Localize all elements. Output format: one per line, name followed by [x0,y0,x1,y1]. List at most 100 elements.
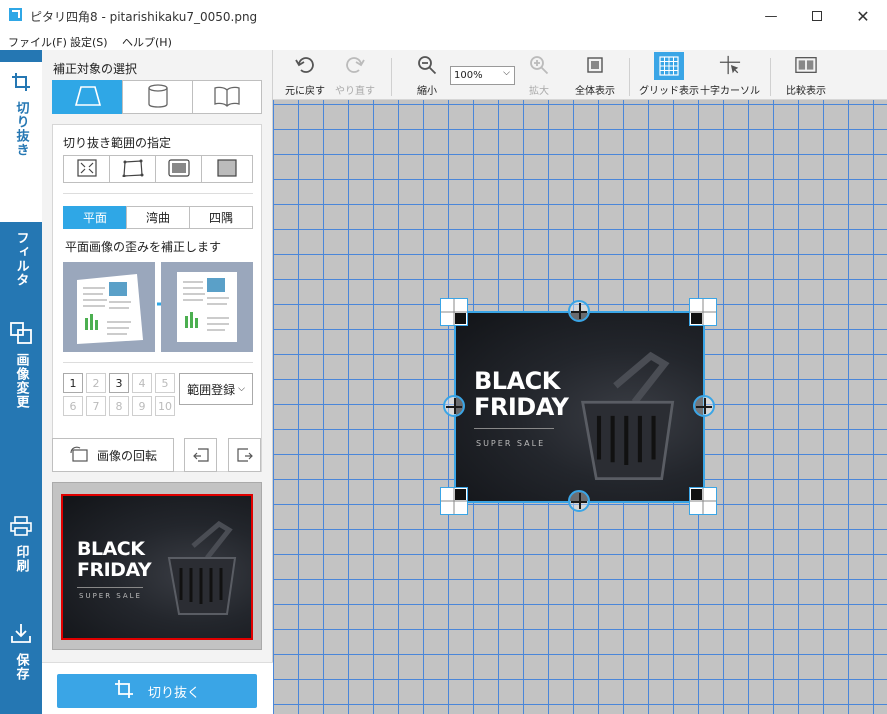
sidebar-tab-print[interactable]: 印刷 [0,516,42,596]
range-frame-button[interactable] [155,155,202,183]
shopping-basket-icon [163,516,243,629]
preset-1[interactable]: 1 [63,373,83,393]
maximize-button[interactable] [794,0,840,32]
target-flat-button[interactable] [52,80,123,114]
corner-handle-top-left[interactable] [440,298,468,326]
crop-range-card: 切り抜き範囲の指定 平面 湾曲 四隅 平面画像の歪みを補正します 1 2 3 4… [52,124,262,472]
example-before-image [63,262,155,352]
menu-file[interactable]: ファイル(F) [8,34,67,50]
compare-button[interactable]: 比較表示 [781,54,831,98]
cross-cursor-button[interactable]: 十字カーソル [700,54,760,98]
tab-curved[interactable]: 湾曲 [126,206,190,229]
book-icon [213,85,241,110]
tab-corners[interactable]: 四隅 [189,206,253,229]
divider [77,587,143,588]
divider [63,362,253,363]
corner-handle-top-right[interactable] [689,298,717,326]
chevron-down-icon: ⌵ [238,384,245,394]
undo-button[interactable]: 元に戻す [283,54,327,98]
menu-help[interactable]: ヘルプ(H) [122,34,172,50]
app-window: ピタリ四角8 - pitarishikaku7_0050.png — ✕ ファイ… [0,0,887,714]
compare-icon [795,54,817,76]
fit-view-label: 全体表示 [575,86,615,97]
target-cylinder-button[interactable] [122,80,193,114]
download-icon [10,622,32,647]
toolbar: 元に戻す やり直す 縮小 100% ⌵ 拡大 全体表示 グリッド表示 十字カーソ… [273,50,887,100]
rotate-right-button[interactable] [228,438,261,472]
range-free-button[interactable] [109,155,156,183]
zoom-level-value: 100% [454,70,483,81]
rotate-image-button[interactable]: 画像の回転 [52,438,174,472]
main-sidebar: 切り抜き フィルタ 画像変更 印刷 保存 [0,50,42,714]
chevron-down-icon: ⌵ [503,68,510,78]
app-logo-icon [8,7,23,22]
fit-view-button[interactable]: 全体表示 [569,54,621,98]
range-register-label: 範囲登録 [187,382,236,397]
grid-toggle-button[interactable]: グリッド表示 [639,52,699,98]
sidebar-tab-label: 切り抜き [13,101,29,157]
divider [63,193,253,194]
redo-label: やり直す [335,86,375,97]
toolbar-divider [770,58,771,96]
sidebar-tab-save[interactable]: 保存 [0,622,42,702]
edge-handle-right[interactable] [693,395,715,417]
sidebar-tab-image-change[interactable]: 画像変更 [0,322,42,432]
aperture-icon [10,200,32,225]
preset-7[interactable]: 7 [86,396,106,416]
sidebar-tab-label: 保存 [13,653,29,681]
range-full-button[interactable] [201,155,253,183]
crop-button-label: 切り抜く [147,685,200,701]
target-book-button[interactable] [192,80,262,114]
minimize-icon: — [764,8,778,24]
range-register-dropdown[interactable]: 範囲登録 ⌵ [179,373,253,405]
toolbar-divider [391,58,392,96]
edge-handle-left[interactable] [443,395,465,417]
preview-area: BLACK FRIDAY SUPER SALE [52,482,262,650]
toolbar-divider [629,58,630,96]
grid-label: グリッド表示 [639,86,699,97]
edge-handle-bottom[interactable] [568,490,590,512]
crop-outline [454,311,705,503]
grid-icon [654,52,684,80]
preset-9[interactable]: 9 [132,396,152,416]
menu-bar: ファイル(F) 設定(S) ヘルプ(H) [0,32,887,50]
sidebar-tab-crop[interactable]: 切り抜き [0,62,42,222]
range-auto-button[interactable] [63,155,110,183]
zoom-out-label: 縮小 [417,86,437,97]
image-canvas[interactable]: BLACK FRIDAY SUPER SALE [273,100,887,714]
zoom-level-select[interactable]: 100% ⌵ [450,66,515,85]
sidebar-tab-filter[interactable]: フィルタ [0,200,42,300]
tab-flat[interactable]: 平面 [63,206,127,229]
minimize-button[interactable]: — [748,0,794,32]
preset-10[interactable]: 10 [155,396,175,416]
zoom-in-icon [528,54,550,76]
menu-settings[interactable]: 設定(S) [70,34,108,50]
preset-6[interactable]: 6 [63,396,83,416]
zoom-out-button[interactable]: 縮小 [409,54,445,98]
crop-button[interactable]: 切り抜く [57,674,257,708]
close-button[interactable]: ✕ [840,0,886,32]
frame-icon [167,158,190,180]
corner-handle-bottom-left[interactable] [440,487,468,515]
preset-2[interactable]: 2 [86,373,106,393]
redo-button[interactable]: やり直す [333,54,377,98]
preview-text-friday: FRIDAY [77,559,152,581]
undo-label: 元に戻す [285,86,325,97]
free-quad-icon [122,159,144,180]
edge-handle-top[interactable] [568,300,590,322]
sidebar-tab-label: 画像変更 [13,353,29,409]
undo-icon [294,54,316,76]
preset-8[interactable]: 8 [109,396,129,416]
rotate-left-button[interactable] [184,438,217,472]
zoom-in-button[interactable]: 拡大 [521,54,557,98]
cylinder-icon [147,83,169,111]
preset-3[interactable]: 3 [109,373,129,393]
preset-5[interactable]: 5 [155,373,175,393]
printer-icon [10,516,32,539]
preset-4[interactable]: 4 [132,373,152,393]
crop-icon [11,72,31,95]
example-after-image [161,262,253,352]
preview-text-black: BLACK [77,538,145,560]
full-image-icon [217,158,237,180]
corner-handle-bottom-right[interactable] [689,487,717,515]
